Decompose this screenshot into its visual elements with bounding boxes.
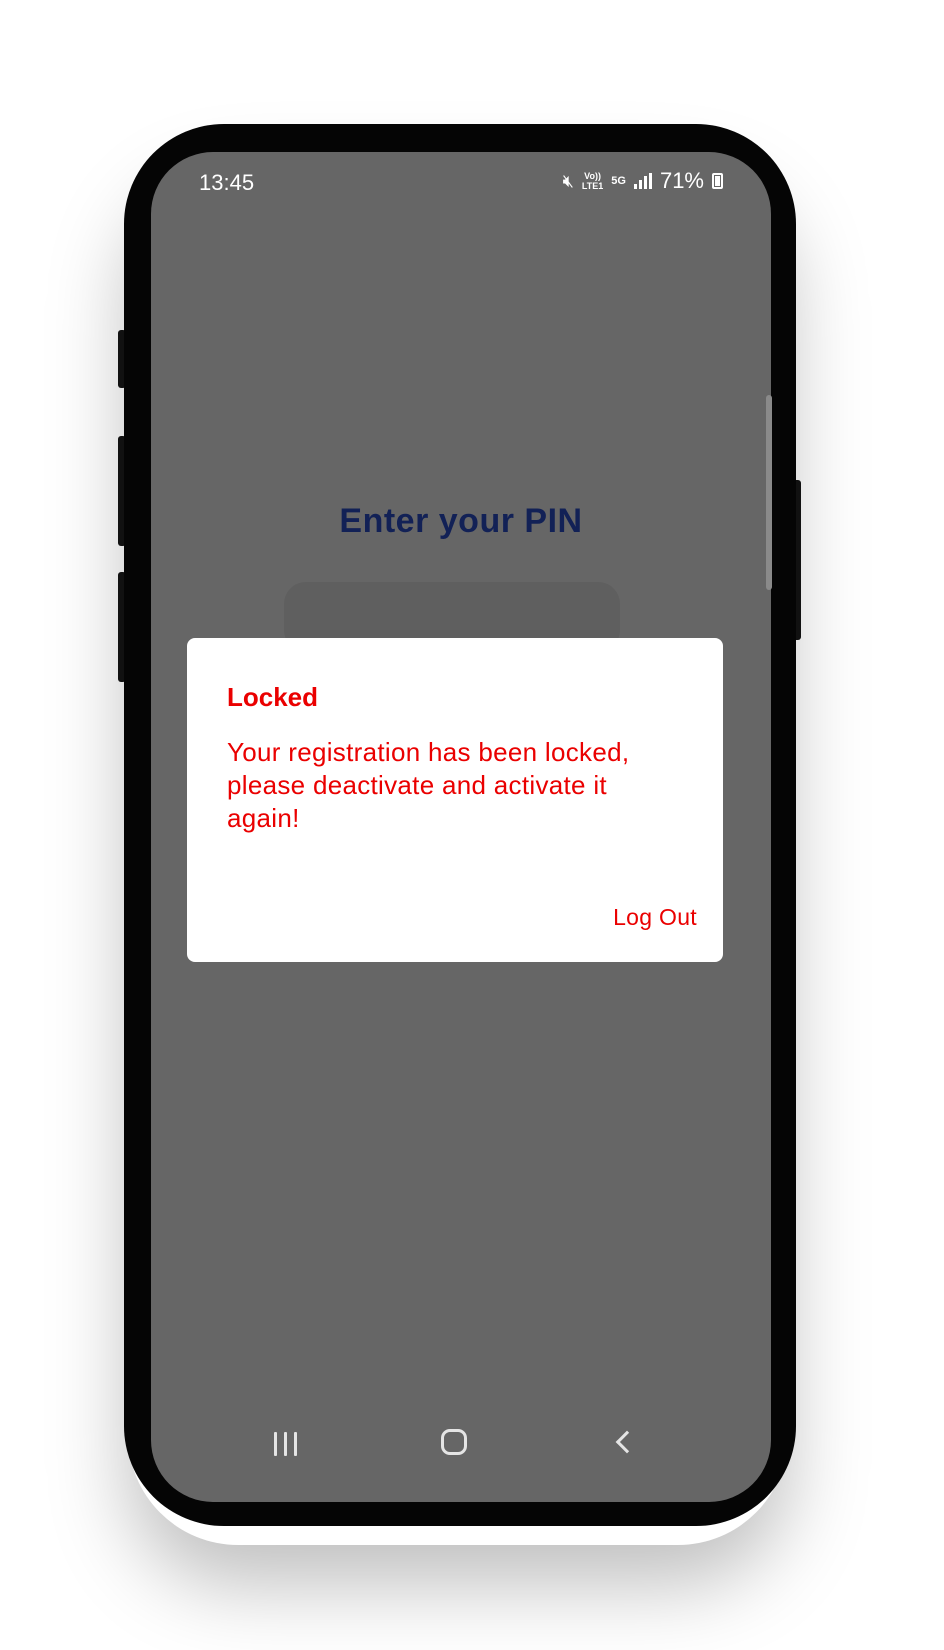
- battery-percent: 71%: [659, 168, 704, 193]
- locked-dialog: Locked Your registration has been locked…: [187, 638, 723, 962]
- screen-edge-highlight: [766, 395, 772, 590]
- phone-screen: 13:45 🔇︎ Vo)) LTE1 5G 71% Enter your PIN…: [151, 152, 771, 1502]
- page-title: Enter your PIN: [339, 502, 583, 540]
- back-icon[interactable]: [595, 1422, 655, 1462]
- recent-apps-icon[interactable]: [256, 1422, 316, 1462]
- mute-icon: 🔇︎: [562, 170, 574, 191]
- status-icons: 🔇︎ Vo)) LTE1 5G 71%: [563, 168, 723, 194]
- volte-icon: Vo)) LTE1: [582, 171, 603, 191]
- signal-icon: [633, 173, 652, 189]
- dialog-title: Locked: [227, 682, 319, 712]
- volte-label-top: Vo)): [584, 171, 601, 181]
- status-time: 13:45: [199, 170, 255, 195]
- navigation-bar: [151, 1422, 771, 1462]
- dialog-message: Your registration has been locked, pleas…: [227, 737, 630, 833]
- log-out-button[interactable]: Log Out: [613, 904, 697, 931]
- 5g-icon: 5G: [611, 175, 626, 187]
- volte-label-bottom: LTE1: [581, 181, 604, 191]
- battery-icon: [712, 173, 723, 189]
- home-icon[interactable]: [425, 1422, 485, 1462]
